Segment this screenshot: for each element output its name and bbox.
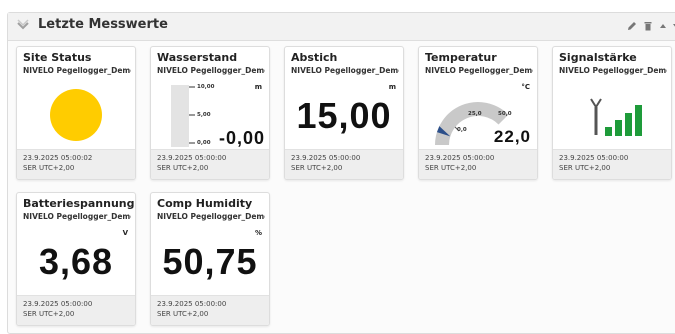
unit-label: % — [254, 229, 262, 237]
widget-title: Site Status — [23, 51, 92, 64]
widget-comp-humidity[interactable]: Comp Humidity NIVELO Pegellogger_Demo...… — [150, 192, 270, 326]
chevron-down-icon[interactable] — [16, 19, 30, 33]
widget-subtitle: NIVELO Pegellogger_Demo... — [291, 66, 399, 75]
signal-strength-icon — [590, 98, 642, 136]
measurement-value: 22,0 — [493, 127, 531, 146]
widget-footer: 23.9.2025 05:00:00 SER UTC+2,00 — [151, 295, 269, 325]
signal-bar — [605, 127, 612, 136]
widget-site-status[interactable]: Site Status NIVELO Pegellogger_Demo... 2… — [16, 46, 136, 180]
scale-tick: 5,00 — [197, 112, 211, 118]
widget-subtitle: NIVELO Pegellogger_Demo... — [157, 66, 265, 75]
widget-title: Signalstärke — [559, 51, 637, 64]
caret-up-icon[interactable] — [657, 20, 669, 32]
measurement-value: -0,00 — [218, 128, 265, 148]
timezone: SER UTC+2,00 — [23, 310, 75, 318]
timezone: SER UTC+2,00 — [157, 310, 209, 318]
widget-subtitle: NIVELO Pegellogger_Demo... — [425, 66, 533, 75]
widget-title: Comp Humidity — [157, 197, 253, 210]
widget-footer: 23.9.2025 05:00:00 SER UTC+2,00 — [419, 149, 537, 179]
signal-bar — [615, 120, 622, 136]
gauge-label: 0,0 — [457, 127, 467, 133]
timestamp: 23.9.2025 05:00:00 — [559, 154, 629, 162]
timezone: SER UTC+2,00 — [23, 164, 75, 172]
widget-footer: 23.9.2025 05:00:00 SER UTC+2,00 — [17, 295, 135, 325]
timestamp: 23.9.2025 05:00:00 — [291, 154, 361, 162]
pencil-icon[interactable] — [626, 20, 638, 32]
widget-title: Wasserstand — [157, 51, 238, 64]
timezone: SER UTC+2,00 — [291, 164, 343, 172]
scale-tick: 10,00 — [197, 84, 215, 90]
timestamp: 23.9.2025 05:00:00 — [23, 300, 93, 308]
widget-footer: 23.9.2025 05:00:00 SER UTC+2,00 — [553, 149, 671, 179]
gauge-label: 50,0 — [498, 111, 512, 117]
widget-footer: 23.9.2025 05:00:00 SER UTC+2,00 — [151, 149, 269, 179]
measurement-value: 50,75 — [162, 241, 258, 282]
widget-signalstaerke[interactable]: Signalstärke NIVELO Pegellogger_Demo... … — [552, 46, 672, 180]
signal-bar — [635, 105, 642, 136]
widget-footer: 23.9.2025 05:00:00 SER UTC+2,00 — [285, 149, 403, 179]
measurement-value: 3,68 — [38, 241, 114, 282]
caret-down-icon[interactable] — [670, 20, 675, 32]
timezone: SER UTC+2,00 — [157, 164, 209, 172]
unit-label: V — [122, 229, 128, 237]
widget-subtitle: NIVELO Pegellogger_Demo... — [23, 212, 131, 221]
status-indicator — [50, 89, 102, 141]
timestamp: 23.9.2025 05:00:02 — [23, 154, 93, 162]
panel-header: Letzte Messwerte — [8, 13, 675, 41]
widget-title: Temperatur — [425, 51, 497, 64]
timestamp: 23.9.2025 05:00:00 — [157, 300, 227, 308]
widget-batteriespannung[interactable]: Batteriespannung NIVELO Pegellogger_Demo… — [16, 192, 136, 326]
widget-abstich[interactable]: Abstich NIVELO Pegellogger_Demo... m 15,… — [284, 46, 404, 180]
widget-subtitle: NIVELO Pegellogger_Demo... — [157, 212, 265, 221]
trash-icon[interactable] — [642, 20, 654, 32]
panel-title: Letzte Messwerte — [38, 17, 168, 32]
widget-footer: 23.9.2025 05:00:02 SER UTC+2,00 — [17, 149, 135, 179]
timezone: SER UTC+2,00 — [425, 164, 477, 172]
widget-title: Abstich — [291, 51, 338, 64]
timestamp: 23.9.2025 05:00:00 — [425, 154, 495, 162]
unit-label: m — [388, 83, 396, 91]
widget-title: Batteriespannung — [23, 197, 135, 210]
gauge-label: 25,0 — [468, 111, 482, 117]
signal-bar — [625, 113, 632, 136]
widget-temperatur[interactable]: Temperatur NIVELO Pegellogger_Demo... °C… — [418, 46, 538, 180]
widget-wasserstand[interactable]: Wasserstand NIVELO Pegellogger_Demo... m… — [150, 46, 270, 180]
timezone: SER UTC+2,00 — [559, 164, 611, 172]
measurement-value: 15,00 — [296, 95, 392, 136]
timestamp: 23.9.2025 05:00:00 — [157, 154, 227, 162]
widget-subtitle: NIVELO Pegellogger_Demo... — [559, 66, 667, 75]
widget-subtitle: NIVELO Pegellogger_Demo... — [23, 66, 131, 75]
